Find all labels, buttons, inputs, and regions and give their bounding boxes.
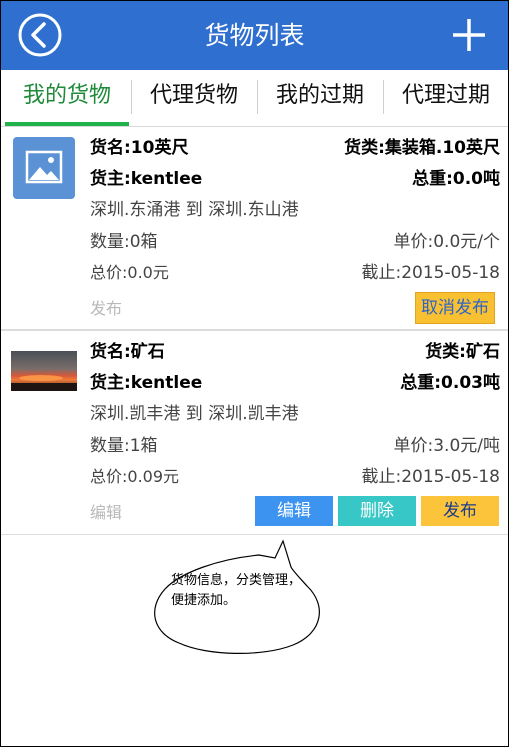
- goods-quantity: 数量:1箱: [90, 436, 158, 456]
- tab-active-indicator: [5, 122, 129, 126]
- goods-owner: 货主:kentlee: [90, 169, 203, 189]
- tab-my-expired[interactable]: 我的过期: [258, 70, 382, 126]
- callout-text: 货物信息，分类管理，便捷添加。: [171, 573, 302, 608]
- goods-unit-price: 单价:3.0元/吨: [393, 436, 501, 456]
- goods-weight: 总重:0.03吨: [400, 373, 500, 393]
- header-bar: 货物列表: [1, 1, 508, 70]
- goods-owner: 货主:kentlee: [90, 373, 203, 393]
- goods-total-price: 总价:0.0元: [90, 263, 169, 282]
- goods-deadline: 截止:2015-05-18: [361, 263, 500, 283]
- app-frame: 货物列表 我的货物 代理货物 我的过期 代理过期 货名:10英尺 货类:集装箱.…: [0, 0, 509, 747]
- status-label: 编辑: [90, 503, 123, 522]
- tab-my-goods[interactable]: 我的货物: [5, 70, 129, 126]
- add-icon[interactable]: [452, 18, 486, 52]
- goods-category: 货类:集装箱.10英尺: [344, 138, 500, 158]
- image-placeholder-icon: [13, 137, 75, 199]
- goods-route: 深圳.东涌港 到 深圳.东山港: [90, 200, 299, 220]
- list-item[interactable]: 货名:10英尺 货类:集装箱.10英尺 货主:kentlee 总重:0.0吨 深…: [1, 127, 508, 329]
- goods-deadline: 截止:2015-05-18: [361, 467, 500, 487]
- tab-agent-goods[interactable]: 代理货物: [132, 70, 256, 126]
- delete-button[interactable]: 删除: [338, 496, 416, 526]
- goods-name: 货名:矿石: [90, 342, 165, 362]
- tab-bar: 我的货物 代理货物 我的过期 代理过期: [1, 70, 508, 127]
- item-divider: [1, 534, 508, 535]
- edit-button[interactable]: 编辑: [255, 496, 333, 526]
- goods-category: 货类:矿石: [425, 342, 500, 362]
- cancel-publish-button[interactable]: 取消发布: [415, 292, 495, 324]
- list-item[interactable]: 货名:矿石 货类:矿石 货主:kentlee 总重:0.03吨 深圳.凯丰港 到…: [1, 331, 508, 533]
- page-title: 货物列表: [204, 21, 305, 50]
- goods-total-price: 总价:0.09元: [90, 467, 180, 486]
- goods-unit-price: 单价:0.0元/个: [393, 232, 501, 252]
- goods-photo: [11, 351, 77, 391]
- publish-button[interactable]: 发布: [421, 496, 499, 526]
- goods-weight: 总重:0.0吨: [412, 169, 500, 189]
- goods-quantity: 数量:0箱: [90, 232, 158, 252]
- goods-route: 深圳.凯丰港 到 深圳.凯丰港: [90, 404, 299, 424]
- status-label: 发布: [90, 299, 123, 318]
- goods-name: 货名:10英尺: [90, 138, 189, 158]
- tab-agent-expired[interactable]: 代理过期: [384, 70, 508, 126]
